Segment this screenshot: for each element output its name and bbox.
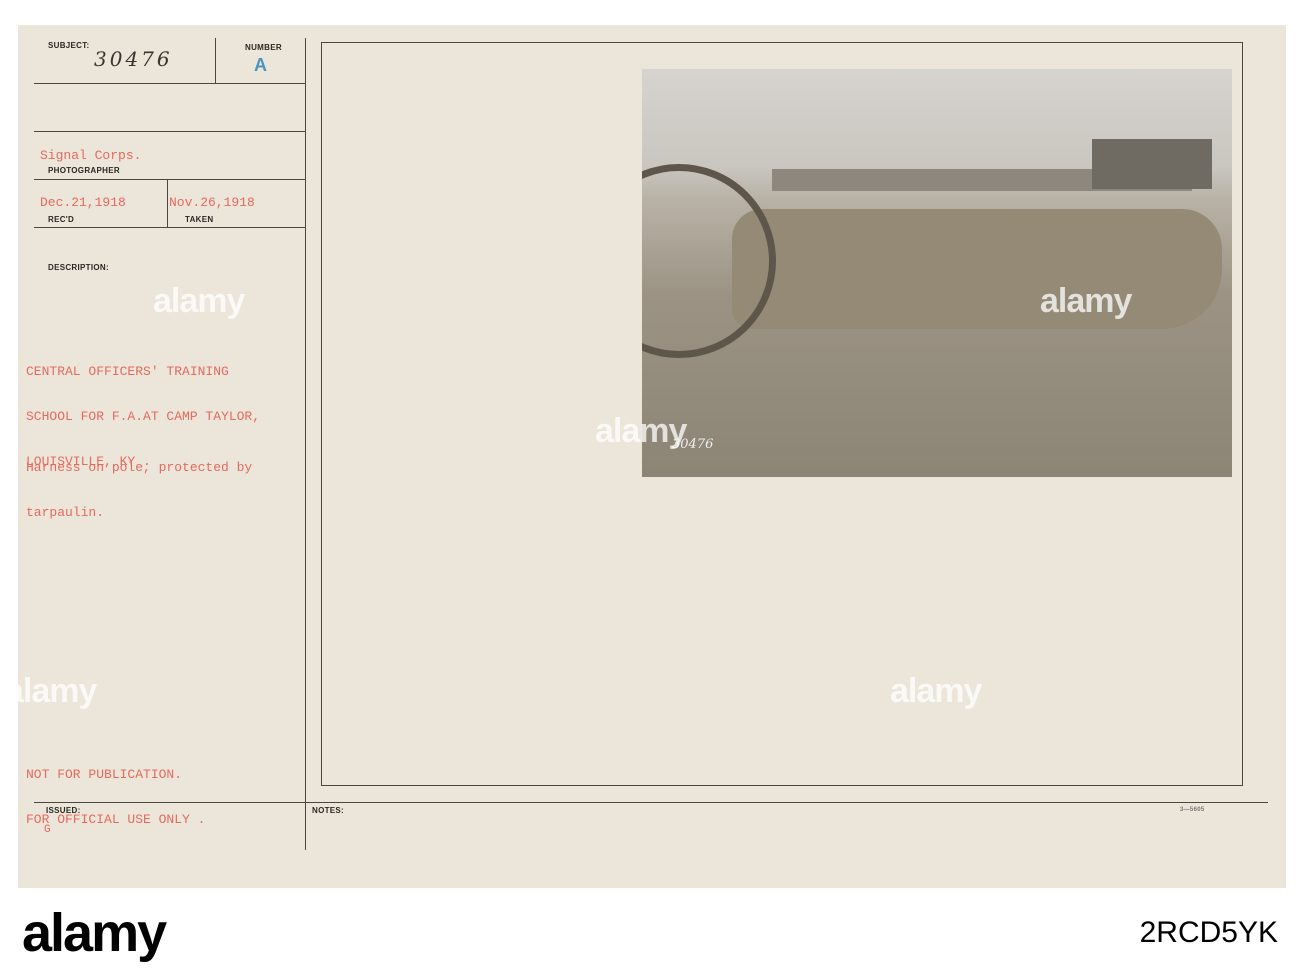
subject-value: 30476 bbox=[94, 47, 173, 71]
subject-label: SUBJECT: bbox=[48, 41, 90, 50]
restriction-line: NOT FOR PUBLICATION. bbox=[26, 767, 183, 782]
received-date: Dec.21,1918 bbox=[40, 195, 126, 210]
caption-text: Harness on pole, protected by tarpaulin. bbox=[26, 430, 252, 550]
received-label: REC'D bbox=[48, 215, 75, 224]
restriction-text: NOT FOR PUBLICATION. FOR OFFICIAL USE ON… bbox=[26, 737, 205, 857]
issued-value: G bbox=[44, 824, 51, 836]
number-value: A bbox=[254, 55, 267, 75]
taken-date: Nov.26,1918 bbox=[169, 195, 255, 210]
footer-bar: alamy 2RCD5YK bbox=[0, 888, 1300, 979]
issued-label: ISSUED: bbox=[46, 806, 81, 815]
photograph: 30476 bbox=[642, 69, 1232, 477]
description-line: CENTRAL OFFICERS' TRAINING bbox=[26, 364, 229, 379]
image-id: 2RCD5YK bbox=[1139, 916, 1278, 949]
description-label: DESCRIPTION: bbox=[48, 263, 109, 272]
tarpaulin bbox=[732, 209, 1222, 329]
caption-line: tarpaulin. bbox=[26, 505, 105, 520]
watermark: alamy bbox=[5, 672, 97, 710]
notes-label: NOTES: bbox=[312, 806, 345, 815]
house bbox=[1092, 139, 1212, 189]
caption-line: Harness on pole, protected by bbox=[26, 460, 253, 475]
taken-label: TAKEN bbox=[185, 215, 214, 224]
watermark: alamy bbox=[153, 282, 245, 320]
watermark: alamy bbox=[595, 412, 687, 450]
watermark: alamy bbox=[890, 672, 982, 710]
watermark: alamy bbox=[1040, 282, 1132, 320]
alamy-logo: alamy bbox=[22, 903, 167, 963]
form-number: 3—5605 bbox=[1180, 807, 1205, 813]
description-line: SCHOOL FOR F.A.AT CAMP TAYLOR, bbox=[26, 409, 261, 424]
number-label: NUMBER bbox=[245, 43, 282, 52]
photographer-value: Signal Corps. bbox=[40, 148, 142, 163]
photographer-label: PHOTOGRAPHER bbox=[48, 166, 120, 175]
